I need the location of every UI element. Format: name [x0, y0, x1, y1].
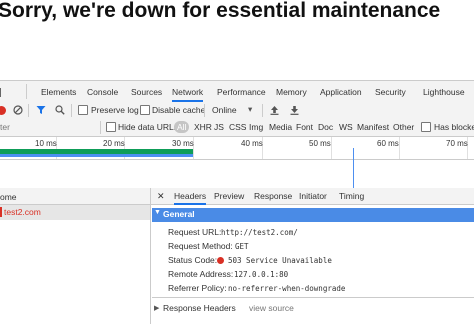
grid-line: [331, 137, 332, 159]
filter-divider: [100, 121, 101, 134]
triangle-right-icon: ▶: [154, 305, 160, 312]
error-status-icon: [217, 257, 224, 264]
filter-type-all[interactable]: All: [174, 121, 190, 133]
clear-icon[interactable]: [13, 105, 23, 115]
filter-input[interactable]: [0, 120, 98, 133]
tick-label: 30 ms: [172, 139, 194, 148]
status-code-key: Status Code:: [168, 255, 218, 265]
tab-lighthouse[interactable]: Lighthouse: [423, 87, 465, 97]
request-list-header[interactable]: [0, 188, 150, 205]
import-har-icon[interactable]: [270, 105, 279, 115]
section-divider: [152, 297, 474, 298]
tab-sources[interactable]: Sources: [131, 87, 162, 97]
filter-type-ws[interactable]: WS: [339, 122, 353, 132]
filter-type-manifest[interactable]: Manifest: [357, 122, 389, 132]
response-headers-title[interactable]: Response Headers: [163, 303, 236, 313]
pane-divider[interactable]: [150, 188, 151, 324]
filter-type-media[interactable]: Media: [269, 122, 292, 132]
tab-preview[interactable]: Preview: [214, 191, 244, 201]
tab-divider: [26, 84, 27, 99]
disable-cache-checkbox[interactable]: [140, 105, 150, 115]
tick-label: 60 ms: [377, 139, 399, 148]
dock-side-icon[interactable]: [0, 88, 4, 97]
disable-cache-label: Disable cache: [152, 105, 206, 115]
has-blocked-label: Has blocked: [434, 122, 474, 132]
preserve-log-label: Preserve log: [91, 105, 139, 115]
tick-label: 20 ms: [103, 139, 125, 148]
tick-label: 40 ms: [241, 139, 263, 148]
chevron-down-icon[interactable]: ▾: [248, 104, 252, 115]
referrer-policy-key: Referrer Policy:: [168, 283, 227, 293]
load-event-marker: [353, 148, 354, 188]
toolbar-divider: [262, 104, 263, 117]
page-heading: Sorry, we're down for essential maintena…: [0, 0, 441, 22]
status-code-value: 503 Service Unavailable: [228, 256, 332, 265]
tab-security[interactable]: Security: [375, 87, 406, 97]
filter-type-img[interactable]: Img: [249, 122, 263, 132]
general-section-title: General: [163, 209, 195, 219]
tick-label: 10 ms: [35, 139, 57, 148]
export-har-icon[interactable]: [290, 105, 299, 115]
has-blocked-checkbox[interactable]: [421, 122, 431, 132]
request-download-bar: [0, 154, 193, 157]
toolbar-divider: [204, 104, 205, 117]
filter-type-xhr[interactable]: XHR: [194, 122, 212, 132]
tab-headers[interactable]: Headers: [174, 191, 207, 205]
tab-response[interactable]: Response: [254, 191, 292, 201]
tick-label: 50 ms: [309, 139, 331, 148]
filter-type-other[interactable]: Other: [393, 122, 414, 132]
view-source-link[interactable]: view source: [249, 303, 294, 313]
name-column-header[interactable]: ome: [0, 192, 17, 202]
tab-console[interactable]: Console: [87, 87, 118, 97]
request-url-key: Request URL:: [168, 227, 222, 237]
hide-data-urls-checkbox[interactable]: [106, 122, 116, 132]
tab-network[interactable]: Network: [172, 87, 204, 102]
tab-elements[interactable]: Elements: [41, 87, 76, 97]
tab-initiator[interactable]: Initiator: [299, 191, 327, 201]
triangle-down-icon: ▼: [154, 209, 161, 216]
search-icon[interactable]: [55, 105, 65, 115]
request-url-value: http://test2.com/: [221, 228, 298, 237]
remote-address-value: 127.0.0.1:80: [234, 270, 289, 279]
filter-type-css[interactable]: CSS: [229, 122, 246, 132]
close-icon[interactable]: ✕: [157, 191, 165, 202]
filter-type-font[interactable]: Font: [296, 122, 313, 132]
toolbar-divider: [28, 104, 29, 117]
tab-memory[interactable]: Memory: [276, 87, 307, 97]
remote-address-key: Remote Address:: [168, 269, 234, 279]
filter-type-js[interactable]: JS: [214, 122, 224, 132]
request-method-value: GET: [235, 242, 249, 251]
filter-type-doc[interactable]: Doc: [318, 122, 333, 132]
referrer-policy-value: no-referrer-when-downgrade: [228, 284, 346, 293]
tab-application[interactable]: Application: [320, 87, 362, 97]
tab-performance[interactable]: Performance: [217, 87, 266, 97]
filter-icon[interactable]: [36, 105, 46, 115]
tab-timing[interactable]: Timing: [339, 191, 364, 201]
request-name[interactable]: test2.com: [4, 207, 41, 217]
grid-line: [399, 137, 400, 159]
general-section-header[interactable]: [152, 208, 474, 222]
hide-data-urls-label: Hide data URLs: [118, 122, 179, 132]
request-method-key: Request Method:: [168, 241, 233, 251]
preserve-log-checkbox[interactable]: [78, 105, 88, 115]
error-marker: [0, 207, 2, 217]
toolbar-divider: [71, 104, 72, 117]
tick-label: 70 ms: [446, 139, 468, 148]
throttling-select[interactable]: Online: [212, 105, 237, 115]
